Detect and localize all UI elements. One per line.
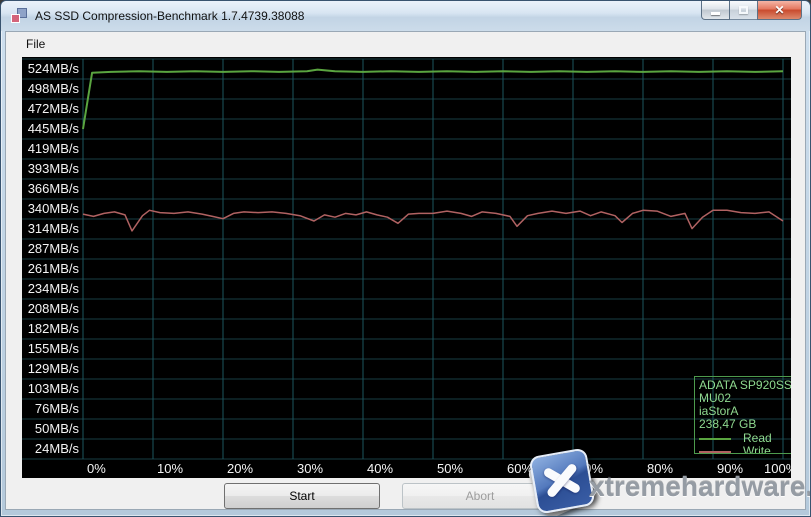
write-line-swatch (699, 451, 731, 453)
x-axis-tick-label: 70% (577, 460, 603, 477)
legend-read-label: Read (743, 433, 772, 444)
y-axis-tick-label: 24MB/s (22, 440, 79, 458)
x-axis-tick-label: 80% (647, 460, 673, 477)
y-axis-tick-label: 50MB/s (22, 420, 79, 438)
maximize-button[interactable] (730, 1, 757, 20)
chart-legend: ADATA SP920SS SCMU02iaStorA238,47 GB Rea… (694, 376, 791, 454)
y-axis-tick-label: 366MB/s (22, 180, 79, 198)
minimize-button[interactable] (701, 1, 730, 20)
app-icon (11, 8, 27, 24)
client-area: File ADATA SP920SS SCMU02iaStorA238,47 G… (5, 31, 806, 510)
legend-device-info: 238,47 GB (699, 418, 791, 431)
title-bar[interactable]: AS SSD Compression-Benchmark 1.7.4739.38… (1, 1, 810, 31)
read-line-swatch (699, 438, 731, 440)
y-axis-tick-label: 287MB/s (22, 240, 79, 258)
y-axis-tick-label: 208MB/s (22, 300, 79, 318)
y-axis-tick-label: 155MB/s (22, 340, 79, 358)
window-title: AS SSD Compression-Benchmark 1.7.4739.38… (35, 9, 304, 23)
y-axis-tick-label: 234MB/s (22, 280, 79, 298)
y-axis-tick-label: 419MB/s (22, 140, 79, 158)
benchmark-chart: ADATA SP920SS SCMU02iaStorA238,47 GB Rea… (22, 57, 791, 478)
y-axis-tick-label: 129MB/s (22, 360, 79, 378)
minimize-icon (711, 12, 720, 15)
maximize-icon (739, 6, 748, 14)
x-axis-tick-label: 50% (437, 460, 463, 477)
x-axis-tick-label: 100% (764, 460, 791, 477)
y-axis-tick-label: 393MB/s (22, 160, 79, 178)
x-axis-tick-label: 30% (297, 460, 323, 477)
x-axis-tick-label: 60% (507, 460, 533, 477)
menu-bar: File (6, 32, 805, 56)
y-axis-tick-label: 103MB/s (22, 380, 79, 398)
menu-item-file[interactable]: File (18, 32, 53, 56)
y-axis-tick-label: 182MB/s (22, 320, 79, 338)
legend-entry-read: Read (699, 433, 791, 444)
y-axis-tick-label: 340MB/s (22, 200, 79, 218)
x-axis-tick-label: 40% (367, 460, 393, 477)
legend-write-label: Write (743, 446, 771, 454)
abort-button[interactable]: Abort (402, 483, 558, 509)
app-window: AS SSD Compression-Benchmark 1.7.4739.38… (0, 0, 811, 517)
x-axis-tick-label: 90% (717, 460, 743, 477)
start-button[interactable]: Start (224, 483, 380, 509)
y-axis-tick-label: 524MB/s (22, 60, 79, 78)
x-axis-tick-label: 10% (157, 460, 183, 477)
y-axis-tick-label: 76MB/s (22, 400, 79, 418)
x-axis-tick-label: 0% (87, 460, 106, 477)
y-axis-tick-label: 498MB/s (22, 80, 79, 98)
y-axis-tick-label: 472MB/s (22, 100, 79, 118)
y-axis-tick-label: 445MB/s (22, 120, 79, 138)
x-axis-tick-label: 20% (227, 460, 253, 477)
chart-plot (22, 57, 791, 478)
close-button[interactable]: ✕ (757, 1, 802, 20)
y-axis-tick-label: 314MB/s (22, 220, 79, 238)
window-controls: ✕ (701, 1, 802, 20)
close-icon: ✕ (774, 4, 784, 16)
y-axis-tick-label: 261MB/s (22, 260, 79, 278)
legend-entry-write: Write (699, 446, 791, 454)
